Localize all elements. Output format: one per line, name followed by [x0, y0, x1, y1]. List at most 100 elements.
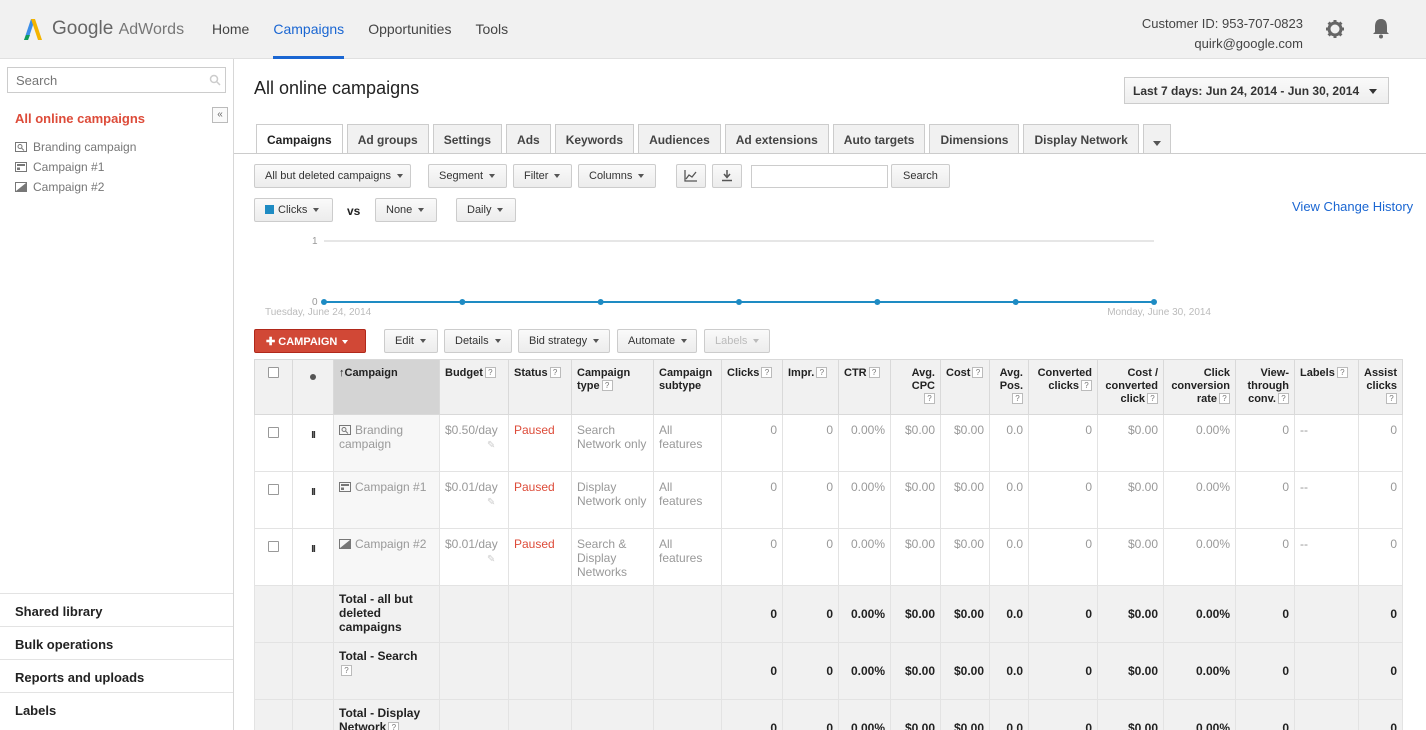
- col-ctr[interactable]: CTR?: [838, 359, 891, 415]
- columns-dropdown[interactable]: Columns: [578, 164, 656, 188]
- tab-more[interactable]: [1142, 124, 1171, 153]
- search-icon[interactable]: [209, 74, 221, 86]
- col-cost-per-conv[interactable]: Cost / converted click?: [1097, 359, 1164, 415]
- row-checkbox[interactable]: [268, 484, 279, 495]
- status-dot-icon[interactable]: [310, 374, 316, 380]
- campaign-name-cell[interactable]: Campaign #2: [333, 528, 440, 586]
- data-point[interactable]: [736, 299, 742, 305]
- bid-strategy-dropdown[interactable]: Bid strategy: [518, 329, 610, 353]
- budget-cell[interactable]: $0.50/day ✎: [439, 414, 509, 472]
- nav-tools[interactable]: Tools: [475, 0, 508, 59]
- pause-icon[interactable]: II: [311, 544, 315, 555]
- col-status[interactable]: Status?: [508, 359, 572, 415]
- bell-icon[interactable]: [1371, 17, 1391, 39]
- details-dropdown[interactable]: Details: [444, 329, 512, 353]
- col-labels[interactable]: Labels?: [1294, 359, 1359, 415]
- campaign-name-cell[interactable]: Branding campaign: [333, 414, 440, 472]
- col-assist-clicks[interactable]: Assist clicks?: [1358, 359, 1403, 415]
- row-checkbox[interactable]: [268, 541, 279, 552]
- help-icon[interactable]: ?: [972, 367, 984, 378]
- labels-cell[interactable]: --: [1294, 471, 1359, 529]
- tab-ads[interactable]: Ads: [506, 124, 551, 153]
- select-all-checkbox[interactable]: [268, 367, 279, 378]
- data-point[interactable]: [321, 299, 327, 305]
- tab-ad-groups[interactable]: Ad groups: [346, 124, 429, 153]
- nav-opportunities[interactable]: Opportunities: [368, 0, 451, 59]
- edit-pencil-icon[interactable]: ✎: [445, 554, 495, 565]
- status-cell[interactable]: Paused: [508, 414, 572, 472]
- edit-pencil-icon[interactable]: ✎: [445, 440, 495, 451]
- budget-cell[interactable]: $0.01/day ✎: [439, 471, 509, 529]
- gear-icon[interactable]: [1325, 19, 1345, 39]
- status-cell[interactable]: Paused: [508, 528, 572, 586]
- tab-keywords[interactable]: Keywords: [554, 124, 635, 153]
- help-icon[interactable]: ?: [1012, 393, 1023, 404]
- tab-dimensions[interactable]: Dimensions: [929, 124, 1020, 153]
- help-icon[interactable]: ?: [924, 393, 935, 404]
- data-point[interactable]: [597, 299, 604, 305]
- col-avg-pos[interactable]: Avg. Pos.?: [989, 359, 1029, 415]
- row-checkbox[interactable]: [268, 427, 279, 438]
- sidebar-item-branding-campaign[interactable]: Branding campaign: [15, 137, 136, 157]
- tab-campaigns[interactable]: Campaigns: [256, 124, 343, 154]
- col-campaign-type[interactable]: Campaign type?: [571, 359, 654, 415]
- segment-dropdown[interactable]: Segment: [428, 164, 507, 188]
- table-search-input[interactable]: [752, 166, 882, 187]
- budget-cell[interactable]: $0.01/day ✎: [439, 528, 509, 586]
- help-icon[interactable]: ?: [1336, 367, 1348, 378]
- status-cell[interactable]: Paused: [508, 471, 572, 529]
- help-icon[interactable]: ?: [761, 367, 773, 378]
- pause-icon[interactable]: II: [311, 487, 315, 498]
- col-clicks[interactable]: Clicks?: [721, 359, 783, 415]
- help-icon[interactable]: ?: [549, 367, 561, 378]
- labels-cell[interactable]: --: [1294, 528, 1359, 586]
- col-converted-clicks[interactable]: Converted clicks?: [1028, 359, 1098, 415]
- edit-pencil-icon[interactable]: ✎: [445, 497, 495, 508]
- campaign-scope-dropdown[interactable]: All but deleted campaigns: [254, 164, 411, 188]
- granularity-dropdown[interactable]: Daily: [456, 198, 516, 222]
- sidebar-search-input[interactable]: [8, 68, 198, 92]
- tab-display-network[interactable]: Display Network: [1023, 124, 1139, 153]
- col-cost[interactable]: Cost?: [940, 359, 990, 415]
- help-icon[interactable]: ?: [341, 665, 352, 676]
- sidebar-item-campaign-2[interactable]: Campaign #2: [15, 177, 136, 197]
- labels-cell[interactable]: --: [1294, 414, 1359, 472]
- table-row[interactable]: II Campaign #1 $0.01/day ✎ Paused Display…: [254, 471, 1403, 529]
- col-budget[interactable]: Budget?: [439, 359, 509, 415]
- tab-ad-extensions[interactable]: Ad extensions: [724, 124, 829, 153]
- tab-auto-targets[interactable]: Auto targets: [832, 124, 926, 153]
- campaign-name[interactable]: Campaign #1: [355, 480, 426, 494]
- help-icon[interactable]: ?: [601, 380, 613, 391]
- col-view-through[interactable]: View-through conv.?: [1235, 359, 1295, 415]
- filter-dropdown[interactable]: Filter: [513, 164, 572, 188]
- sidebar-search[interactable]: [7, 67, 226, 93]
- col-impr[interactable]: Impr.?: [782, 359, 839, 415]
- help-icon[interactable]: ?: [1386, 393, 1397, 404]
- pause-icon[interactable]: II: [311, 430, 315, 441]
- nav-campaigns[interactable]: Campaigns: [273, 0, 345, 59]
- col-campaign[interactable]: ↑Campaign: [333, 359, 440, 415]
- help-icon[interactable]: ?: [816, 367, 828, 378]
- col-avg-cpc[interactable]: Avg. CPC?: [890, 359, 941, 415]
- download-button[interactable]: [712, 164, 742, 188]
- help-icon[interactable]: ?: [1278, 393, 1289, 404]
- toggle-graph-button[interactable]: [676, 164, 706, 188]
- metric2-dropdown[interactable]: None: [375, 198, 437, 222]
- nav-home[interactable]: Home: [212, 0, 249, 59]
- search-button[interactable]: Search: [891, 164, 950, 188]
- add-campaign-button[interactable]: ✚ CAMPAIGN: [254, 329, 366, 353]
- account-info[interactable]: Customer ID: 953-707-0823 quirk@google.c…: [1142, 14, 1303, 54]
- collapse-sidebar-icon[interactable]: «: [212, 107, 228, 123]
- help-icon[interactable]: ?: [484, 367, 496, 378]
- col-conv-rate[interactable]: Click conversion rate?: [1163, 359, 1236, 415]
- sidebar-reports-uploads[interactable]: Reports and uploads: [0, 659, 233, 692]
- view-change-history-link[interactable]: View Change History: [1292, 199, 1413, 214]
- labels-dropdown[interactable]: Labels: [704, 329, 770, 353]
- sidebar-shared-library[interactable]: Shared library: [0, 593, 233, 626]
- tab-audiences[interactable]: Audiences: [638, 124, 721, 153]
- data-point[interactable]: [1151, 299, 1157, 305]
- metric1-dropdown[interactable]: Clicks: [254, 198, 333, 222]
- edit-dropdown[interactable]: Edit: [384, 329, 438, 353]
- table-row[interactable]: II Campaign #2 $0.01/day ✎ Paused Search …: [254, 528, 1403, 586]
- sidebar-all-campaigns[interactable]: All online campaigns: [15, 111, 145, 126]
